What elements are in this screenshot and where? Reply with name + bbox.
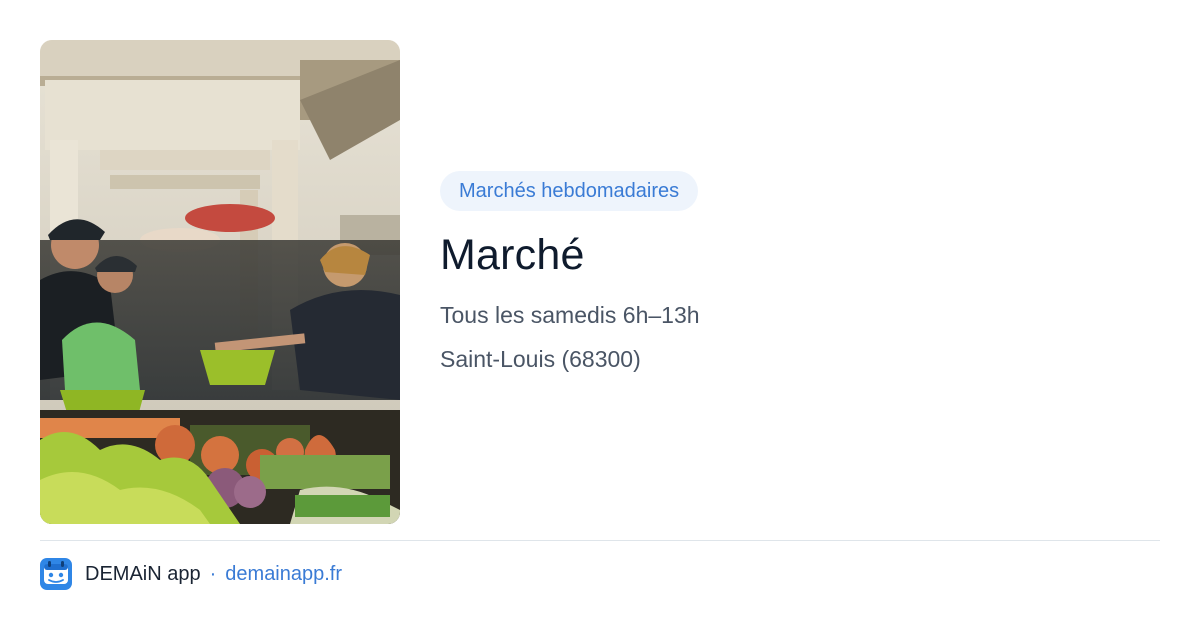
app-name: DEMAiN app: [85, 562, 201, 585]
footer-separator: ·: [209, 562, 217, 585]
category-badge[interactable]: Marchés hebdomadaires: [440, 171, 699, 211]
market-photo: [40, 40, 400, 524]
site-link[interactable]: demainapp.fr: [225, 563, 342, 586]
demain-app-logo-icon: [40, 558, 72, 590]
event-info: Marchés hebdomadaires Marché Tous les sa…: [440, 171, 1160, 373]
share-card: Marchés hebdomadaires Marché Tous les sa…: [0, 0, 1200, 630]
footer-divider: [40, 540, 1160, 541]
event-schedule: Tous les samedis 6h–13h: [440, 302, 700, 328]
footer: DEMAiN app · demainapp.fr: [40, 558, 342, 590]
event-title: Marché: [440, 231, 585, 279]
event-location: Saint-Louis (68300): [440, 346, 641, 372]
